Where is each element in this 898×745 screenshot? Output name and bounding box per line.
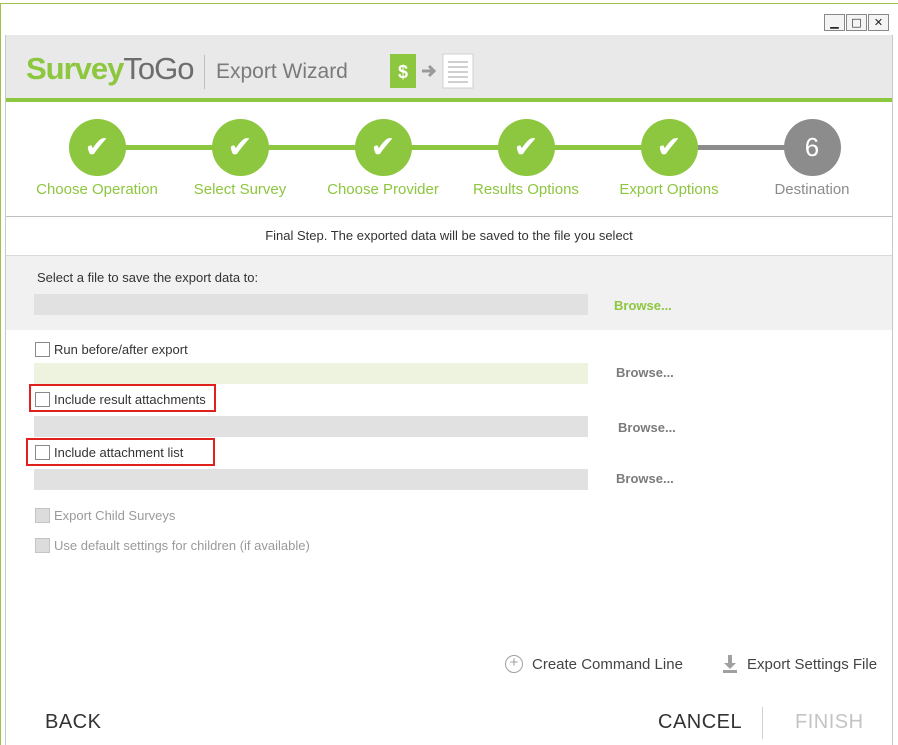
browse-attachments-button[interactable]: Browse... xyxy=(618,420,676,435)
run-before-after-label: Run before/after export xyxy=(54,342,188,357)
export-child-surveys-checkbox xyxy=(35,508,50,523)
file-prompt-label: Select a file to save the export data to… xyxy=(37,270,259,285)
step-select-survey: ✔ Select Survey xyxy=(165,119,315,198)
step-choose-provider: ✔ Choose Provider xyxy=(308,119,458,198)
cancel-button[interactable]: CANCEL xyxy=(658,711,742,734)
include-attachment-list-checkbox[interactable] xyxy=(35,445,50,460)
include-attachment-list-option[interactable]: Include attachment list xyxy=(35,445,183,460)
export-settings-file-label: Export Settings File xyxy=(747,655,878,673)
step-check-icon: ✔ xyxy=(68,119,126,176)
create-command-line-label: Create Command Line xyxy=(532,655,683,673)
wizard-title: Export Wizard xyxy=(216,60,348,83)
attachment-list-input[interactable] xyxy=(34,469,588,490)
step-label: Choose Operation xyxy=(36,181,158,198)
browse-run-button[interactable]: Browse... xyxy=(616,365,674,380)
wizard-steps: ✔ Choose Operation ✔ Select Survey ✔ Cho… xyxy=(6,107,892,217)
window-controls: ▁ □ ✕ xyxy=(824,14,889,31)
destination-file-input[interactable] xyxy=(34,294,588,315)
export-child-surveys-option: Export Child Surveys xyxy=(35,508,175,523)
plus-circle-icon: + xyxy=(505,655,523,673)
include-attachment-list-label: Include attachment list xyxy=(54,445,184,460)
include-result-attachments-option[interactable]: Include result attachments xyxy=(35,392,206,407)
step-check-icon: ✔ xyxy=(640,119,698,176)
maximize-button[interactable]: □ xyxy=(846,14,867,31)
run-before-after-checkbox[interactable] xyxy=(35,342,50,357)
wizard-header: SurveyToGo Export Wizard $ xyxy=(6,35,892,102)
export-wizard-window: SurveyToGo Export Wizard $ ✔ Choose Oper… xyxy=(5,35,893,745)
step-export-options: ✔ Export Options xyxy=(594,119,744,198)
create-command-line-button[interactable]: + Create Command Line xyxy=(505,655,683,673)
include-result-attachments-checkbox[interactable] xyxy=(35,392,50,407)
step-check-icon: ✔ xyxy=(211,119,269,176)
export-settings-file-button[interactable]: Export Settings File xyxy=(722,655,877,673)
use-default-settings-checkbox xyxy=(35,538,50,553)
header-divider xyxy=(204,55,205,89)
include-result-attachments-label: Include result attachments xyxy=(54,392,206,407)
run-before-after-input[interactable] xyxy=(34,363,588,384)
minimize-button[interactable]: ▁ xyxy=(824,14,845,31)
finish-button: FINISH xyxy=(795,711,864,733)
footer-divider xyxy=(762,707,763,739)
step-check-icon: ✔ xyxy=(497,119,555,176)
logo-togo-text: ToGo xyxy=(123,51,194,86)
run-before-after-option[interactable]: Run before/after export xyxy=(35,342,188,357)
step-label: Choose Provider xyxy=(327,181,439,198)
step-destination: 6 Destination xyxy=(737,119,887,198)
destination-file-section: Select a file to save the export data to… xyxy=(6,255,892,330)
logo-survey-text: Survey xyxy=(26,51,124,86)
download-icon xyxy=(723,655,737,673)
outer-top-strip xyxy=(0,0,898,4)
final-step-note: Final Step. The exported data will be sa… xyxy=(265,228,633,243)
step-label: Results Options xyxy=(473,181,579,198)
export-transform-icon: $ xyxy=(390,53,474,89)
step-results-options: ✔ Results Options xyxy=(451,119,601,198)
svg-text:$: $ xyxy=(398,62,408,82)
step-label: Select Survey xyxy=(193,181,287,198)
divider xyxy=(6,216,892,217)
close-button[interactable]: ✕ xyxy=(868,14,889,31)
back-button[interactable]: BACK xyxy=(45,711,101,734)
step-label: Destination xyxy=(774,181,850,198)
use-default-settings-label: Use default settings for children (if av… xyxy=(54,538,310,553)
export-child-surveys-label: Export Child Surveys xyxy=(54,508,176,523)
step-check-icon: ✔ xyxy=(354,119,412,176)
step-number: 6 xyxy=(783,119,841,176)
title-bar: ▁ □ ✕ xyxy=(1,5,897,35)
step-label: Export Options xyxy=(619,181,719,198)
surveytogo-logo: SurveyToGo xyxy=(26,51,195,87)
use-default-settings-option: Use default settings for children (if av… xyxy=(35,538,310,553)
browse-attachment-list-button[interactable]: Browse... xyxy=(616,471,674,486)
browse-destination-button[interactable]: Browse... xyxy=(614,298,672,313)
step-choose-operation: ✔ Choose Operation xyxy=(22,119,172,198)
result-attachments-input[interactable] xyxy=(34,416,588,437)
